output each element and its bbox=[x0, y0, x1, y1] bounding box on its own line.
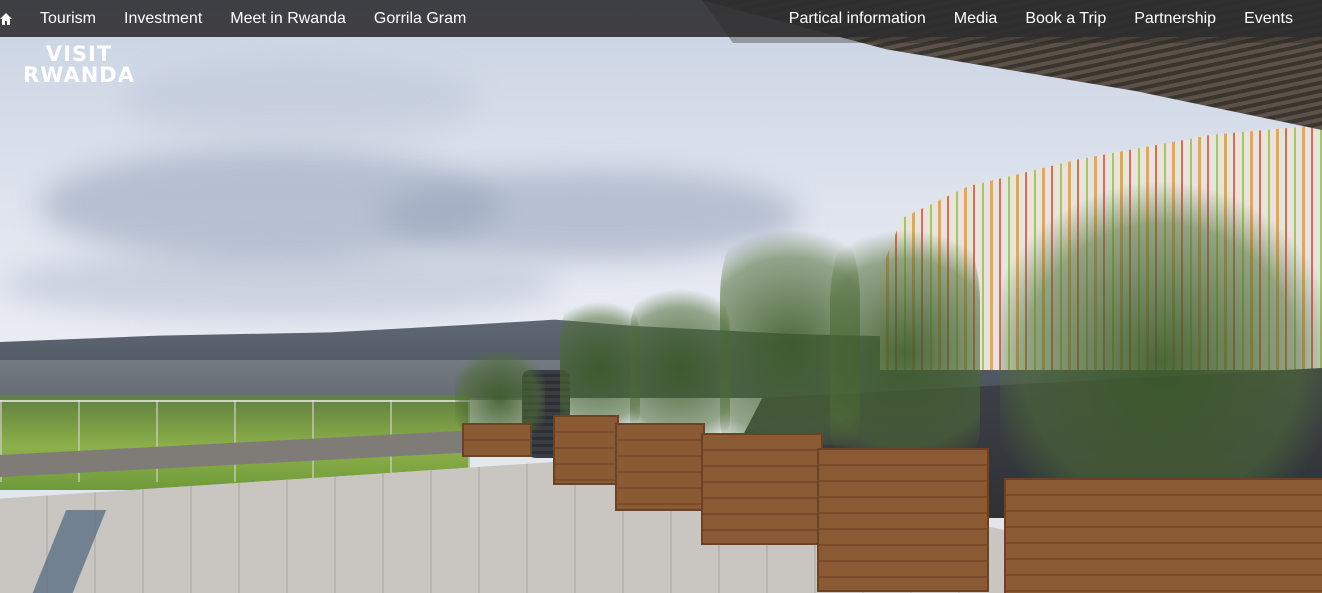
nav-practical-information[interactable]: Partical information bbox=[789, 0, 926, 37]
nav-right-group: Partical information Media Book a Trip P… bbox=[761, 0, 1293, 37]
nav-gorilla-gram[interactable]: Gorrila Gram bbox=[374, 0, 466, 37]
home-icon[interactable] bbox=[0, 0, 12, 37]
logo-line-1: VISIT bbox=[45, 42, 113, 66]
visit-rwanda-logo[interactable]: VISIT RWANDA bbox=[18, 44, 140, 86]
nav-investment[interactable]: Investment bbox=[124, 0, 202, 37]
nav-tourism[interactable]: Tourism bbox=[40, 0, 96, 37]
nav-left-group: Tourism Investment Meet in Rwanda Gorril… bbox=[0, 0, 466, 37]
nav-partnership[interactable]: Partnership bbox=[1134, 0, 1216, 37]
nav-events[interactable]: Events bbox=[1244, 0, 1293, 37]
nav-media[interactable]: Media bbox=[954, 0, 998, 37]
nav-meet-in-rwanda[interactable]: Meet in Rwanda bbox=[230, 0, 346, 37]
main-navigation: Tourism Investment Meet in Rwanda Gorril… bbox=[0, 0, 1322, 43]
hero-image bbox=[0, 0, 1322, 593]
nav-book-a-trip[interactable]: Book a Trip bbox=[1025, 0, 1106, 37]
logo-line-2: RWANDA bbox=[23, 63, 135, 87]
